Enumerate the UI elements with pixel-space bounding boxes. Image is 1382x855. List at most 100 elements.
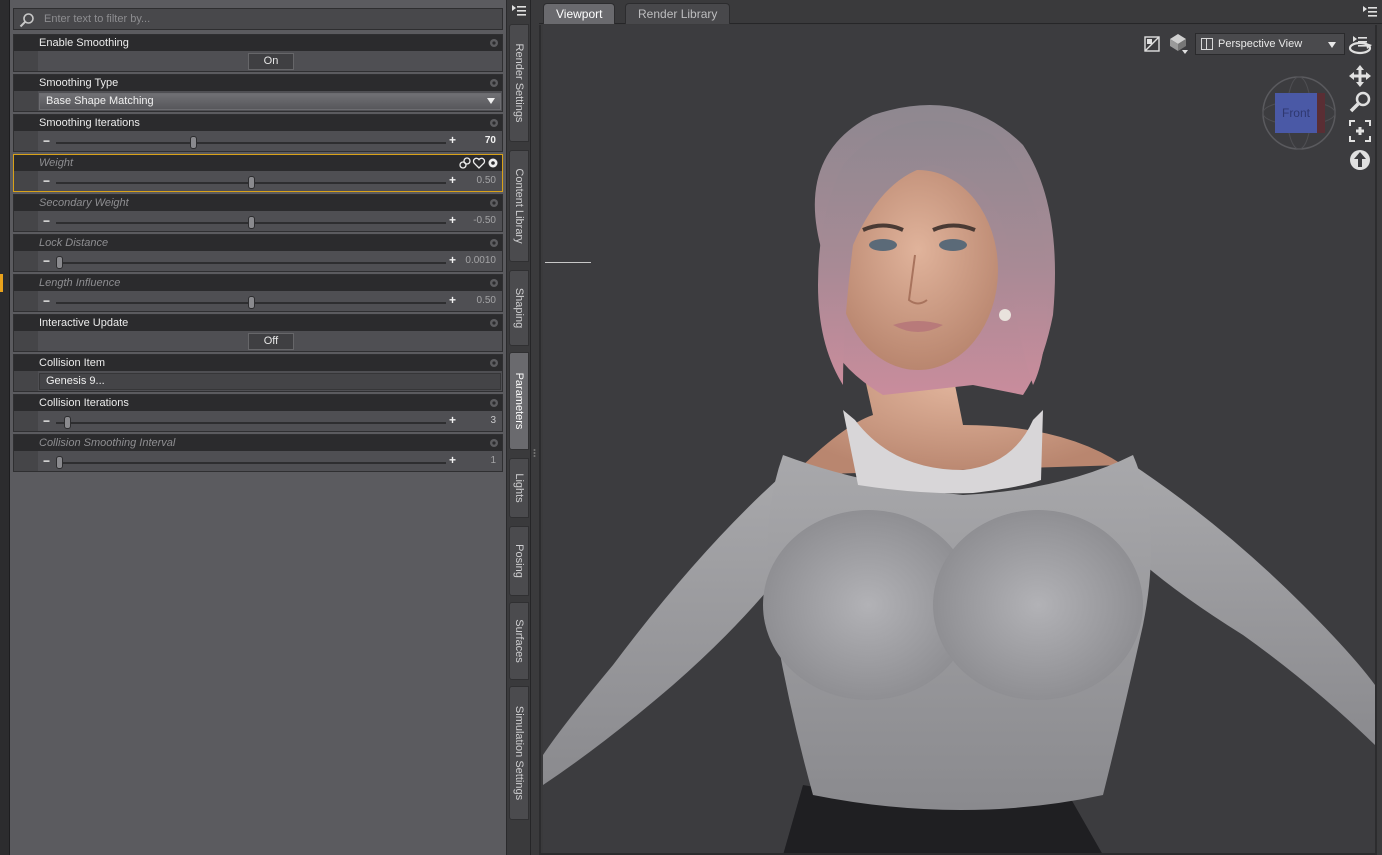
- tab-simulation-settings[interactable]: Simulation Settings: [509, 686, 529, 820]
- slider-thumb[interactable]: [247, 176, 255, 189]
- tab-surfaces[interactable]: Surfaces: [509, 602, 529, 680]
- increment-button[interactable]: +: [449, 133, 456, 147]
- tab-parameters[interactable]: Parameters: [509, 352, 529, 450]
- increment-button[interactable]: +: [449, 213, 456, 227]
- property-nub: [14, 171, 38, 191]
- slider-track[interactable]: [56, 462, 446, 464]
- display-mode-icon[interactable]: [1143, 35, 1161, 53]
- tab-lights[interactable]: Lights: [509, 458, 529, 518]
- increment-button[interactable]: +: [449, 453, 456, 467]
- view-selector[interactable]: Perspective View: [1195, 33, 1345, 55]
- gear-icon[interactable]: [488, 277, 500, 289]
- decrement-button[interactable]: −: [43, 214, 50, 228]
- property-value[interactable]: 1: [490, 455, 496, 466]
- decrement-button[interactable]: −: [43, 414, 50, 428]
- gear-icon[interactable]: [488, 437, 500, 449]
- slider-track[interactable]: [56, 142, 446, 144]
- property-nub: [14, 371, 38, 391]
- slider-thumb[interactable]: [190, 136, 198, 149]
- slider-track[interactable]: [56, 262, 446, 264]
- increment-button[interactable]: +: [449, 413, 456, 427]
- pan-icon[interactable]: [1349, 65, 1371, 87]
- tab-content-library[interactable]: Content Library: [509, 150, 529, 262]
- gear-icon[interactable]: [488, 158, 498, 168]
- filter-input[interactable]: [44, 11, 499, 27]
- slider-thumb[interactable]: [56, 456, 63, 469]
- collision-item-selector[interactable]: Genesis 9...: [39, 373, 501, 390]
- property-label: Smoothing Type: [39, 77, 119, 89]
- tab-shaping[interactable]: Shaping: [509, 270, 529, 346]
- tab-label: Shaping: [513, 287, 525, 329]
- increment-button[interactable]: +: [449, 173, 456, 187]
- smoothing-type-dropdown[interactable]: Base Shape Matching: [39, 93, 501, 110]
- menu-icon[interactable]: [511, 4, 527, 18]
- slider-thumb[interactable]: [247, 296, 255, 309]
- search-icon: [19, 13, 34, 28]
- property-label: Weight: [39, 157, 74, 169]
- gear-icon[interactable]: [488, 117, 500, 129]
- pane-splitter[interactable]: [531, 0, 539, 855]
- zoom-icon[interactable]: [1349, 91, 1371, 113]
- property-label: Interactive Update: [39, 317, 129, 329]
- property-body: [14, 291, 502, 311]
- heart-icon[interactable]: [472, 157, 486, 169]
- decrement-button[interactable]: −: [43, 134, 50, 148]
- gear-icon[interactable]: [488, 37, 500, 49]
- property-value[interactable]: 0.50: [477, 175, 496, 186]
- menu-icon[interactable]: [1362, 5, 1378, 19]
- decrement-button[interactable]: −: [43, 294, 50, 308]
- interactive-update-toggle[interactable]: Off: [248, 333, 294, 350]
- up-icon[interactable]: [1350, 150, 1370, 170]
- property-header: [14, 155, 502, 171]
- view-cube[interactable]: Front: [1261, 75, 1337, 151]
- property-value[interactable]: 0.50: [477, 295, 496, 306]
- tab-label: Content Library: [513, 168, 525, 244]
- gear-icon[interactable]: [488, 77, 500, 89]
- decrement-button[interactable]: −: [43, 454, 50, 468]
- tab-render-library[interactable]: Render Library: [625, 3, 731, 24]
- gear-icon[interactable]: [488, 237, 500, 249]
- guide-line: [545, 262, 591, 263]
- left-dock-strip: [0, 0, 10, 855]
- decrement-button[interactable]: −: [43, 254, 50, 268]
- tab-label: Lights: [513, 473, 525, 503]
- gear-icon[interactable]: [488, 317, 500, 329]
- property-value[interactable]: 70: [485, 135, 496, 146]
- property-value[interactable]: -0.50: [473, 215, 496, 226]
- property-label: Enable Smoothing: [39, 37, 129, 49]
- property-body: [14, 251, 502, 271]
- property-value[interactable]: 3: [490, 415, 496, 426]
- property-label: Secondary Weight: [39, 197, 129, 209]
- property-nub: [14, 331, 38, 351]
- chevron-down-icon: [487, 98, 495, 104]
- side-tab-bar: Render Settings Content Library Shaping …: [507, 0, 531, 855]
- viewport[interactable]: Perspective View Front: [539, 25, 1377, 855]
- tab-render-settings[interactable]: Render Settings: [509, 24, 529, 142]
- tab-posing[interactable]: Posing: [509, 526, 529, 596]
- gear-icon[interactable]: [488, 197, 500, 209]
- increment-button[interactable]: +: [449, 293, 456, 307]
- frame-icon[interactable]: [1349, 120, 1371, 142]
- tab-viewport[interactable]: Viewport: [543, 3, 616, 24]
- slider-thumb[interactable]: [56, 256, 63, 269]
- grip-icon: [533, 449, 536, 457]
- viewport-canvas[interactable]: Perspective View Front: [543, 25, 1375, 853]
- enable-smoothing-toggle[interactable]: On: [248, 53, 294, 70]
- property-nub: [14, 211, 38, 231]
- menu-icon[interactable]: [1351, 35, 1369, 49]
- property-secondary-weight: Secondary Weight − + -0.50: [13, 194, 503, 232]
- gear-icon[interactable]: [488, 397, 500, 409]
- increment-button[interactable]: +: [449, 253, 456, 267]
- decrement-button[interactable]: −: [43, 174, 50, 188]
- tab-label: Parameters: [513, 372, 525, 430]
- gear-icon[interactable]: [488, 357, 500, 369]
- property-nub: [14, 451, 38, 471]
- link-icon[interactable]: [459, 157, 471, 169]
- slider-track[interactable]: [56, 422, 446, 424]
- property-nub: [14, 91, 38, 111]
- slider-thumb[interactable]: [63, 416, 71, 429]
- property-collision-iterations: Collision Iterations − + 3: [13, 394, 503, 432]
- shading-mode-icon[interactable]: [1167, 31, 1189, 55]
- slider-thumb[interactable]: [247, 216, 255, 229]
- property-value[interactable]: 0.0010: [465, 255, 496, 266]
